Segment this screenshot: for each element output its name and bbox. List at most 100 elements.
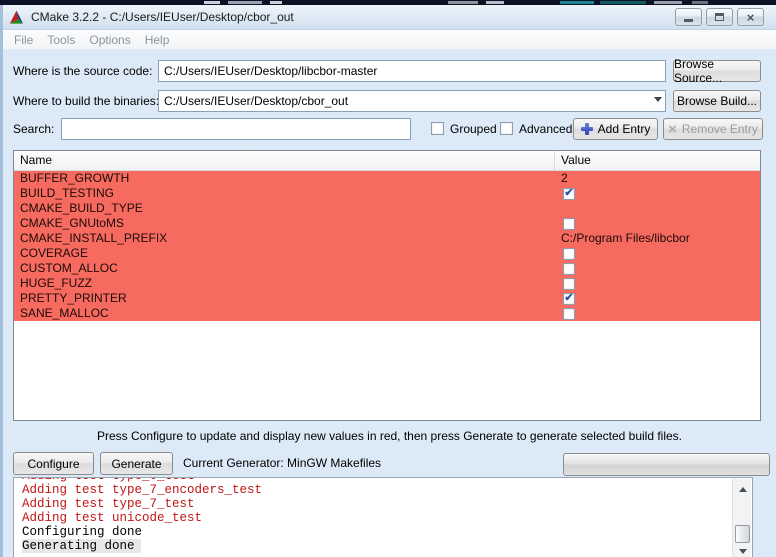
cache-row-value[interactable]: 2 bbox=[555, 171, 760, 186]
browse-build-label: Browse Build... bbox=[677, 94, 757, 108]
source-code-label: Where is the source code: bbox=[13, 61, 152, 81]
cache-row-value[interactable]: ✔ bbox=[555, 186, 760, 201]
advanced-checkbox[interactable] bbox=[500, 122, 513, 135]
cache-row[interactable]: BUILD_TESTING ✔ bbox=[14, 186, 760, 201]
generate-label: Generate bbox=[111, 457, 161, 471]
cache-row-value[interactable] bbox=[555, 261, 760, 276]
value-checkbox-unchecked[interactable] bbox=[563, 278, 575, 290]
add-entry-label: Add Entry bbox=[598, 122, 651, 136]
cache-row-name[interactable]: CMAKE_INSTALL_PREFIX bbox=[14, 231, 555, 246]
background-window-fragment bbox=[486, 1, 504, 4]
cache-row[interactable]: CUSTOM_ALLOC bbox=[14, 261, 760, 276]
value-checkbox-unchecked[interactable] bbox=[563, 308, 575, 320]
current-generator-text: Current Generator: MinGW Makefiles bbox=[183, 452, 381, 475]
log-line: Generating done bbox=[22, 539, 141, 553]
background-window-fragment bbox=[448, 1, 478, 4]
cache-row-name[interactable]: PRETTY_PRINTER bbox=[14, 291, 555, 306]
value-checkbox-unchecked[interactable] bbox=[563, 263, 575, 275]
cache-row[interactable]: COVERAGE bbox=[14, 246, 760, 261]
check-icon: ✔ bbox=[564, 293, 573, 304]
configure-label: Configure bbox=[27, 457, 79, 471]
source-path-input[interactable] bbox=[158, 60, 666, 82]
column-header-name[interactable]: Name bbox=[14, 151, 555, 170]
hint-text: Press Configure to update and display ne… bbox=[3, 429, 776, 443]
configure-button[interactable]: Configure bbox=[13, 452, 94, 475]
log-lines: Adding test type_6_testAdding test type_… bbox=[22, 477, 728, 553]
value-checkbox-unchecked[interactable] bbox=[563, 218, 575, 230]
search-input[interactable] bbox=[61, 118, 411, 140]
cache-row-name[interactable]: COVERAGE bbox=[14, 246, 555, 261]
cache-row-value[interactable] bbox=[555, 276, 760, 291]
scrollbar-thumb[interactable] bbox=[735, 525, 750, 543]
close-button[interactable]: × bbox=[737, 8, 764, 26]
arrow-down-icon bbox=[739, 549, 747, 554]
cache-row-name[interactable]: SANE_MALLOC bbox=[14, 306, 555, 321]
cache-row-name[interactable]: BUFFER_GROWTH bbox=[14, 171, 555, 186]
cache-row[interactable]: CMAKE_INSTALL_PREFIXC:/Program Files/lib… bbox=[14, 231, 760, 246]
log-line: Adding test type_7_encoders_test bbox=[22, 483, 728, 497]
window-controls: × bbox=[675, 8, 764, 26]
cache-table: Name Value BUFFER_GROWTH2BUILD_TESTING ✔ C… bbox=[13, 150, 761, 421]
scroll-up-button[interactable] bbox=[733, 481, 752, 497]
build-path-input[interactable] bbox=[158, 90, 666, 112]
remove-entry-button[interactable]: × Remove Entry bbox=[663, 118, 763, 140]
maximize-button[interactable] bbox=[706, 8, 733, 26]
menu-options[interactable]: Options bbox=[89, 33, 130, 47]
cache-row-value[interactable] bbox=[555, 216, 760, 231]
cache-row-value[interactable] bbox=[555, 306, 760, 321]
grouped-checkbox[interactable] bbox=[431, 122, 444, 135]
cmake-window: CMake 3.2.2 - C:/Users/IEUser/Desktop/cb… bbox=[0, 5, 776, 557]
cache-row[interactable]: BUFFER_GROWTH2 bbox=[14, 171, 760, 186]
cache-row-name[interactable]: BUILD_TESTING bbox=[14, 186, 555, 201]
value-checkbox-unchecked[interactable] bbox=[563, 248, 575, 260]
plus-icon bbox=[581, 123, 593, 135]
add-entry-button[interactable]: Add Entry bbox=[573, 118, 658, 140]
x-icon: × bbox=[668, 122, 677, 137]
value-checkbox-checked[interactable]: ✔ bbox=[563, 293, 575, 305]
cache-row-name[interactable]: CUSTOM_ALLOC bbox=[14, 261, 555, 276]
menu-tools[interactable]: Tools bbox=[47, 33, 75, 47]
maximize-icon bbox=[715, 13, 724, 21]
cache-row-value[interactable] bbox=[555, 201, 760, 216]
background-window-fragment bbox=[204, 1, 220, 4]
combo-dropdown-icon[interactable] bbox=[654, 97, 662, 102]
log-line: Configuring done bbox=[22, 525, 728, 539]
build-path-combobox bbox=[158, 90, 666, 112]
remove-entry-label: Remove Entry bbox=[682, 122, 758, 136]
menu-file[interactable]: File bbox=[14, 33, 33, 47]
cache-row[interactable]: PRETTY_PRINTER ✔ bbox=[14, 291, 760, 306]
generate-button[interactable]: Generate bbox=[100, 452, 173, 475]
minimize-button[interactable] bbox=[675, 8, 702, 26]
check-icon: ✔ bbox=[564, 188, 573, 199]
cmake-logo-icon bbox=[9, 10, 24, 24]
log-line: Adding test type_7_test bbox=[22, 497, 728, 511]
close-icon: × bbox=[747, 11, 755, 24]
browse-source-button[interactable]: Browse Source... bbox=[673, 60, 761, 82]
cache-row[interactable]: HUGE_FUZZ bbox=[14, 276, 760, 291]
advanced-label: Advanced bbox=[519, 119, 572, 139]
value-checkbox-checked[interactable]: ✔ bbox=[563, 188, 575, 200]
background-window-fragment bbox=[654, 1, 682, 4]
browse-build-button[interactable]: Browse Build... bbox=[673, 90, 761, 112]
window-title: CMake 3.2.2 - C:/Users/IEUser/Desktop/cb… bbox=[31, 10, 294, 24]
cache-row-name[interactable]: CMAKE_BUILD_TYPE bbox=[14, 201, 555, 216]
background-window-fragment bbox=[228, 1, 262, 4]
background-window-fragment bbox=[692, 1, 708, 4]
cache-rows: BUFFER_GROWTH2BUILD_TESTING ✔ CMAKE_BUILD_… bbox=[14, 171, 760, 321]
scroll-down-button[interactable] bbox=[733, 543, 752, 557]
cache-row[interactable]: SANE_MALLOC bbox=[14, 306, 760, 321]
column-header-value[interactable]: Value bbox=[555, 151, 760, 170]
cache-table-header: Name Value bbox=[14, 151, 760, 171]
cache-row-value[interactable]: C:/Program Files/libcbor bbox=[555, 231, 760, 246]
cache-row[interactable]: CMAKE_BUILD_TYPE bbox=[14, 201, 760, 216]
log-line: Adding test unicode_test bbox=[22, 511, 728, 525]
cache-row-name[interactable]: CMAKE_GNUtoMS bbox=[14, 216, 555, 231]
cache-row-name[interactable]: HUGE_FUZZ bbox=[14, 276, 555, 291]
menu-help[interactable]: Help bbox=[145, 33, 170, 47]
browse-source-label: Browse Source... bbox=[674, 57, 760, 85]
title-bar[interactable]: CMake 3.2.2 - C:/Users/IEUser/Desktop/cb… bbox=[0, 5, 776, 30]
cache-row-value[interactable]: ✔ bbox=[555, 291, 760, 306]
cache-row[interactable]: CMAKE_GNUtoMS bbox=[14, 216, 760, 231]
log-scrollbar[interactable] bbox=[732, 479, 751, 557]
cache-row-value[interactable] bbox=[555, 246, 760, 261]
